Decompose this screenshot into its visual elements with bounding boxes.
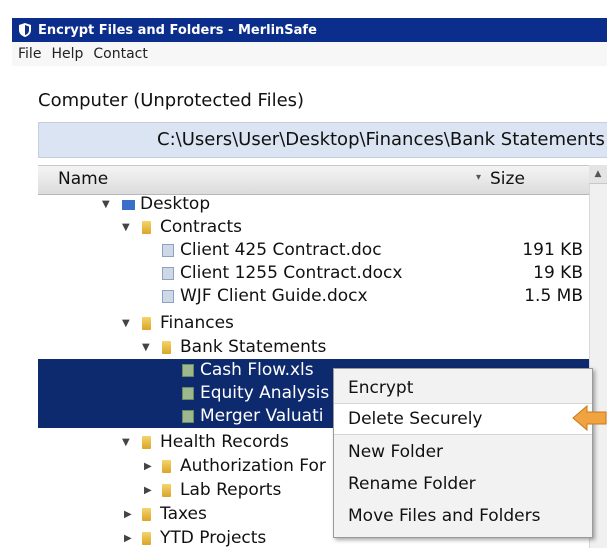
tree-row-bank-statements[interactable]: ▼ Bank Statements bbox=[38, 336, 589, 359]
tree-row-label: YTD Projects bbox=[160, 528, 267, 548]
tree-row-contracts[interactable]: ▼ Contracts bbox=[38, 216, 589, 239]
menu-item-encrypt[interactable]: Encrypt bbox=[334, 373, 592, 403]
document-icon bbox=[162, 290, 174, 303]
folder-icon bbox=[142, 221, 151, 234]
tree-row-file[interactable]: Client 425 Contract.doc 191 KB bbox=[38, 239, 589, 262]
expand-arrow-icon[interactable]: ▼ bbox=[122, 216, 130, 239]
expand-arrow-icon[interactable]: ▼ bbox=[122, 431, 130, 454]
tree-row-label: WJF Client Guide.docx bbox=[180, 286, 368, 306]
file-size: 191 KB bbox=[522, 240, 583, 260]
tree-row-finances[interactable]: ▼ Finances bbox=[38, 312, 589, 335]
expand-arrow-icon[interactable]: ▼ bbox=[102, 193, 110, 216]
menu-item-label: Encrypt bbox=[348, 378, 414, 398]
file-size: 1.5 MB bbox=[524, 286, 583, 306]
menu-item-delete-securely[interactable]: Delete Securely bbox=[334, 403, 592, 435]
tree-row-label: Merger Valuati bbox=[200, 406, 324, 426]
menu-item-new-folder[interactable]: New Folder bbox=[334, 437, 592, 467]
folder-icon bbox=[142, 532, 151, 545]
spreadsheet-icon bbox=[182, 387, 194, 400]
menu-item-label: Move Files and Folders bbox=[348, 506, 541, 526]
menu-help[interactable]: Help bbox=[51, 46, 83, 62]
spreadsheet-icon bbox=[182, 410, 194, 423]
folder-icon bbox=[162, 460, 171, 473]
tree-row-label: Lab Reports bbox=[180, 480, 282, 500]
tree-row-label: Bank Statements bbox=[180, 337, 327, 357]
folder-icon bbox=[142, 508, 151, 521]
collapse-arrow-icon[interactable]: ▶ bbox=[124, 503, 132, 526]
menu-item-move-files-and-folders[interactable]: Move Files and Folders bbox=[334, 501, 592, 531]
tree-row-label: Contracts bbox=[160, 217, 242, 237]
menu-file[interactable]: File bbox=[18, 46, 41, 62]
tree-row-label: Taxes bbox=[160, 504, 207, 524]
collapse-arrow-icon[interactable]: ▶ bbox=[144, 455, 152, 478]
path-bar: C:\Users\User\Desktop\Finances\Bank Stat… bbox=[38, 122, 607, 158]
document-icon bbox=[162, 244, 174, 257]
shield-icon bbox=[19, 23, 31, 37]
menu-bar: File Help Contact bbox=[12, 42, 607, 66]
tree-row-desktop[interactable]: ▼ Desktop bbox=[38, 193, 589, 216]
collapse-arrow-icon[interactable]: ▶ bbox=[144, 479, 152, 502]
menu-item-rename-folder[interactable]: Rename Folder bbox=[334, 469, 592, 499]
tree-row-label: Authorization For bbox=[180, 456, 326, 476]
column-name[interactable]: Name bbox=[58, 169, 108, 189]
tree-row-label: Finances bbox=[160, 313, 234, 333]
menu-item-label: Delete Securely bbox=[348, 409, 483, 429]
menu-contact[interactable]: Contact bbox=[93, 46, 147, 62]
menu-item-label: New Folder bbox=[348, 442, 444, 462]
tree-row-file[interactable]: Client 1255 Contract.docx 19 KB bbox=[38, 262, 589, 285]
tree-row-label: Client 1255 Contract.docx bbox=[180, 263, 403, 283]
tree-row-label: Health Records bbox=[160, 432, 289, 452]
collapse-arrow-icon[interactable]: ▶ bbox=[124, 527, 132, 548]
folder-icon bbox=[162, 341, 171, 354]
menu-item-label: Rename Folder bbox=[348, 474, 476, 494]
expand-arrow-icon[interactable]: ▼ bbox=[142, 336, 150, 359]
tree-row-label: Equity Analysis bbox=[200, 383, 330, 403]
tree-row-label: Desktop bbox=[140, 194, 211, 214]
folder-icon bbox=[142, 317, 151, 330]
column-size[interactable]: Size bbox=[490, 169, 525, 189]
spreadsheet-icon bbox=[182, 364, 194, 377]
title-bar: Encrypt Files and Folders - MerlinSafe bbox=[12, 18, 607, 42]
document-icon bbox=[162, 267, 174, 280]
column-header: Name ▾ Size bbox=[38, 165, 589, 195]
arrow-pointer-icon bbox=[572, 404, 607, 432]
folder-icon bbox=[142, 436, 151, 449]
folder-icon bbox=[162, 484, 171, 497]
panel-title: Computer (Unprotected Files) bbox=[38, 90, 305, 111]
context-menu: Encrypt Delete Securely New Folder Renam… bbox=[333, 368, 593, 538]
tree-row-file[interactable]: WJF Client Guide.docx 1.5 MB bbox=[38, 285, 589, 308]
expand-arrow-icon[interactable]: ▼ bbox=[122, 312, 130, 335]
file-size: 19 KB bbox=[533, 263, 583, 283]
sort-arrow-icon: ▾ bbox=[476, 172, 482, 183]
window-title: Encrypt Files and Folders - MerlinSafe bbox=[38, 22, 317, 38]
tree-row-label: Cash Flow.xls bbox=[200, 360, 314, 380]
desktop-icon bbox=[122, 200, 135, 210]
tree-row-label: Client 425 Contract.doc bbox=[180, 240, 382, 260]
scroll-up-button[interactable]: ▲ bbox=[589, 165, 607, 184]
current-path: C:\Users\User\Desktop\Finances\Bank Stat… bbox=[157, 129, 605, 150]
